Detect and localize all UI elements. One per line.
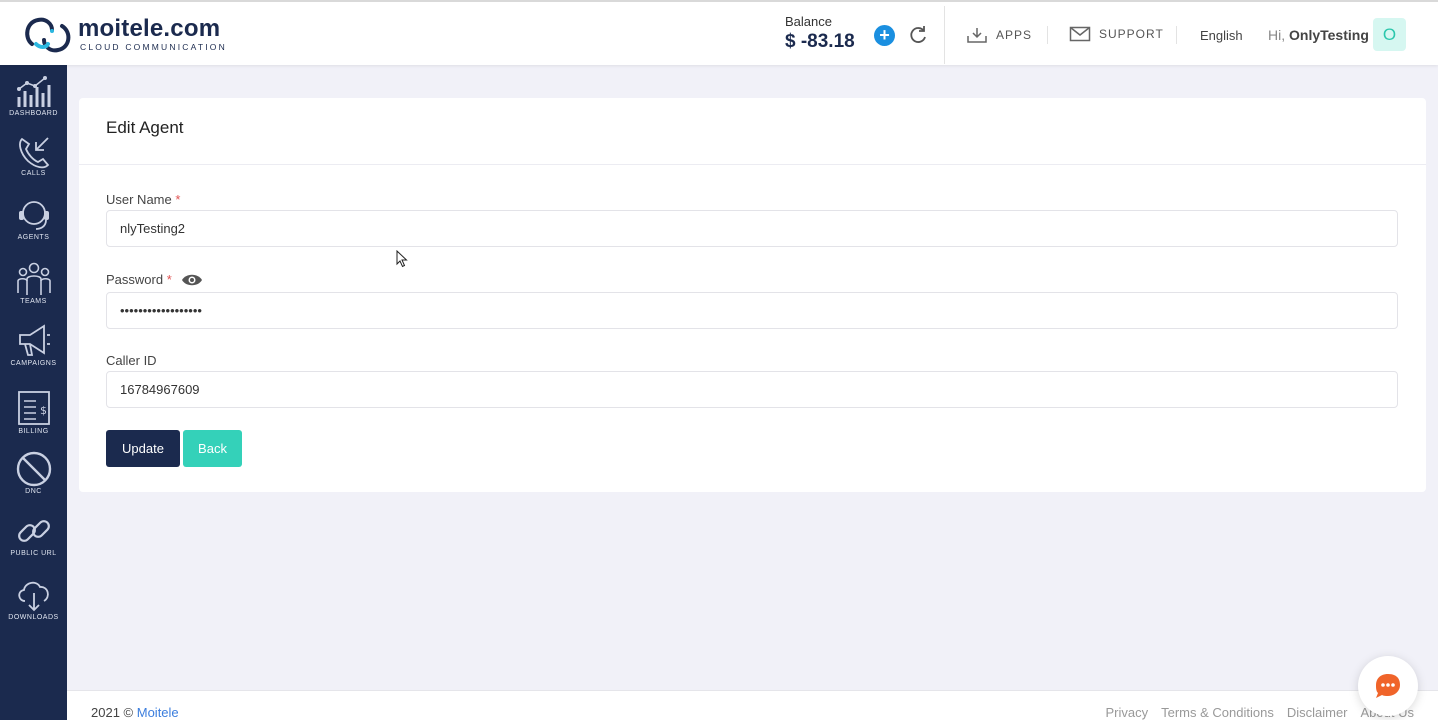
refresh-icon[interactable] <box>907 24 929 46</box>
header-divider <box>944 6 945 64</box>
brand-link[interactable]: Moitele <box>137 705 179 720</box>
sidebar-item-billing[interactable]: $ BILLING <box>0 389 67 435</box>
sidebar-item-public-url[interactable]: PUBLIC URL <box>0 513 67 557</box>
footer-link-privacy[interactable]: Privacy <box>1106 705 1149 720</box>
logo-icon <box>22 14 74 54</box>
card-divider <box>79 164 1426 165</box>
sidebar-item-label: CAMPAIGNS <box>10 360 57 367</box>
copyright: 2021 © Moitele <box>91 705 179 720</box>
sidebar-item-dnc[interactable]: DNC <box>0 451 67 495</box>
support-link[interactable]: SUPPORT <box>1069 26 1164 42</box>
support-label: SUPPORT <box>1099 27 1164 41</box>
header-divider <box>1047 26 1048 44</box>
sidebar-item-campaigns[interactable]: CAMPAIGNS <box>0 323 67 367</box>
user-name: OnlyTesting <box>1289 27 1369 43</box>
mouse-cursor-icon <box>396 249 408 273</box>
megaphone-icon <box>18 324 50 356</box>
password-label: Password * <box>106 272 172 287</box>
sidebar-item-teams[interactable]: TEAMS <box>0 261 67 305</box>
team-icon <box>16 262 51 295</box>
apps-label: APPS <box>996 28 1033 42</box>
logo-name: moitele.com <box>78 15 221 42</box>
edit-agent-card: Edit Agent User Name * Password * Caller… <box>79 98 1426 492</box>
username-label-text: User Name <box>106 192 172 207</box>
footer: 2021 © Moitele Privacy Terms & Condition… <box>67 690 1438 720</box>
sidebar-item-downloads[interactable]: DOWNLOADS <box>0 577 67 621</box>
link-icon <box>17 520 50 542</box>
sidebar-item-calls[interactable]: CALLS <box>0 135 67 177</box>
apps-link[interactable]: APPS <box>966 26 1032 44</box>
back-button[interactable]: Back <box>183 430 242 467</box>
balance-value: $ -83.18 <box>785 31 855 52</box>
eye-icon[interactable] <box>181 273 203 292</box>
caller-id-input[interactable] <box>106 371 1398 408</box>
envelope-icon <box>1069 26 1091 42</box>
chat-widget-button[interactable] <box>1358 656 1418 716</box>
phone-icon <box>18 137 49 169</box>
svg-text:$: $ <box>40 404 47 417</box>
sidebar: DASHBOARD CALLS AGENTS TEAMS CAMPAIGNS $… <box>0 65 67 720</box>
header-divider <box>1176 26 1177 44</box>
language-selector[interactable]: English <box>1200 28 1243 43</box>
cloud-download-icon <box>17 581 49 612</box>
sidebar-item-label: TEAMS <box>20 298 47 305</box>
top-header: moitele.com CLOUD COMMUNICATION Balance … <box>0 0 1438 65</box>
required-marker: * <box>175 192 181 207</box>
logo[interactable]: moitele.com CLOUD COMMUNICATION <box>22 14 227 54</box>
update-button[interactable]: Update <box>106 430 180 467</box>
footer-link-disclaimer[interactable]: Disclaimer <box>1287 705 1348 720</box>
sidebar-item-label: BILLING <box>18 428 49 435</box>
balance-label: Balance <box>785 14 832 29</box>
footer-link-terms[interactable]: Terms & Conditions <box>1161 705 1274 720</box>
sidebar-item-dashboard[interactable]: DASHBOARD <box>0 75 67 117</box>
username-label: User Name * <box>106 192 180 207</box>
copyright-year: 2021 © <box>91 705 134 720</box>
balance-display: Balance $ -83.18 <box>785 14 855 53</box>
password-input[interactable] <box>106 292 1398 329</box>
sidebar-item-label: PUBLIC URL <box>10 550 57 557</box>
username-input[interactable] <box>106 210 1398 247</box>
sidebar-item-agents[interactable]: AGENTS <box>0 197 67 241</box>
download-tray-icon <box>967 28 987 43</box>
billing-icon: $ <box>17 391 50 425</box>
headset-icon <box>18 201 49 230</box>
chat-bubble-icon <box>1376 674 1400 698</box>
sidebar-item-label: DASHBOARD <box>9 110 58 117</box>
caller-id-label: Caller ID <box>106 353 157 368</box>
greeting-text: Hi, <box>1268 27 1286 43</box>
no-entry-icon <box>16 451 51 487</box>
sidebar-item-label: DNC <box>25 488 42 495</box>
sidebar-item-label: DOWNLOADS <box>8 614 59 621</box>
sidebar-item-label: AGENTS <box>17 234 50 241</box>
sidebar-item-label: CALLS <box>21 170 46 177</box>
avatar[interactable]: O <box>1373 18 1406 51</box>
password-label-text: Password <box>106 272 164 287</box>
required-marker: * <box>166 272 172 287</box>
add-balance-button[interactable]: + <box>874 25 895 46</box>
page-title: Edit Agent <box>106 118 184 137</box>
user-greeting[interactable]: Hi, OnlyTesting <box>1268 27 1369 43</box>
logo-tagline: CLOUD COMMUNICATION <box>80 42 227 52</box>
dashboard-icon <box>16 76 50 107</box>
